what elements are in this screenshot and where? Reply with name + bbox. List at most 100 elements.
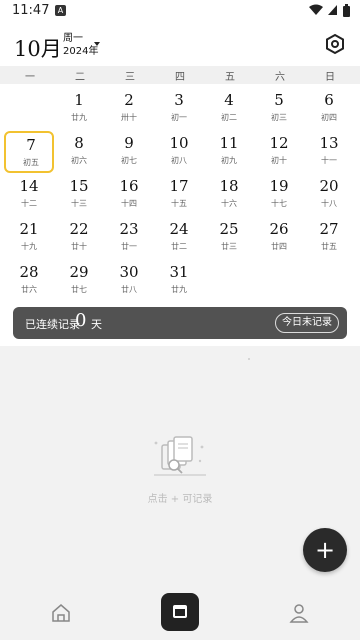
lunar-date: 十七 — [271, 199, 287, 208]
lunar-date: 十九 — [21, 242, 37, 251]
day-number: 23 — [119, 220, 139, 238]
calendar-day[interactable]: 8 初六 — [54, 131, 104, 173]
lunar-date: 卅十 — [121, 113, 137, 122]
calendar-day[interactable]: 28 廿六 — [4, 260, 54, 302]
calendar-day[interactable]: 31 廿九 — [154, 260, 204, 302]
calendar-day[interactable]: 30 廿八 — [104, 260, 154, 302]
settings-icon[interactable] — [324, 33, 346, 55]
lunar-date: 廿四 — [271, 242, 287, 251]
calendar-day[interactable]: 14 十二 — [4, 174, 54, 216]
bottom-nav — [0, 580, 360, 640]
calendar-day[interactable]: 1 廿九 — [54, 88, 104, 130]
calendar-day[interactable]: 22 廿十 — [54, 217, 104, 259]
empty-hint: 点击 + 可记录 — [147, 494, 213, 505]
day-number: 8 — [74, 134, 84, 152]
status-icons — [308, 4, 350, 18]
day-number: 27 — [319, 220, 339, 238]
calendar-day[interactable]: 27 廿五 — [304, 217, 354, 259]
lunar-date: 初二 — [221, 113, 237, 122]
day-number: 2 — [124, 91, 134, 109]
lunar-date: 廿二 — [171, 242, 187, 251]
streak-label: 已连续记录 — [25, 318, 80, 331]
calendar-day[interactable]: 24 廿二 — [154, 217, 204, 259]
lunar-date: 十六 — [221, 199, 237, 208]
day-number: 1 — [74, 91, 84, 109]
lunar-date: 十二 — [21, 199, 37, 208]
lunar-date: 廿一 — [121, 242, 137, 251]
weekday-row: 一 二 三 四 五 六 日 — [0, 66, 360, 84]
calendar-day[interactable]: 21 十九 — [4, 217, 54, 259]
notification-icon: A — [55, 5, 66, 16]
calendar-panel: 10月 周一 2024年 一 二 三 四 五 六 日 1 廿九 2 卅十 3 初一 4 初二 5… — [0, 22, 360, 346]
calendar-day[interactable]: 17 十五 — [154, 174, 204, 216]
calendar-day[interactable]: 9 初七 — [104, 131, 154, 173]
weekday-sat: 六 — [275, 72, 285, 83]
calendar-day[interactable]: 23 廿一 — [104, 217, 154, 259]
day-number: 3 — [174, 91, 184, 109]
lunar-date: 廿八 — [121, 285, 137, 294]
year-label: 2024年 — [63, 46, 99, 57]
calendar-day[interactable]: 3 初一 — [154, 88, 204, 130]
day-number: 30 — [119, 263, 139, 281]
calendar-day[interactable]: 4 初二 — [204, 88, 254, 130]
day-number: 7 — [26, 136, 36, 154]
lunar-date: 十三 — [71, 199, 87, 208]
lunar-date: 初九 — [221, 156, 237, 165]
calendar-day[interactable]: 10 初八 — [154, 131, 204, 173]
lunar-date: 廿九 — [71, 113, 87, 122]
day-number: 24 — [169, 220, 189, 238]
calendar-day[interactable]: 12 初十 — [254, 131, 304, 173]
day-number: 29 — [69, 263, 89, 281]
lunar-date: 十一 — [321, 156, 337, 165]
weekday-sun: 日 — [325, 72, 335, 83]
calendar-day[interactable]: 20 十八 — [304, 174, 354, 216]
lunar-date: 十八 — [321, 199, 337, 208]
day-number: 26 — [269, 220, 289, 238]
day-number: 16 — [119, 177, 139, 195]
day-number: 12 — [269, 134, 289, 152]
lunar-date: 廿三 — [221, 242, 237, 251]
calendar-day[interactable]: 25 廿三 — [204, 217, 254, 259]
calendar-day[interactable]: 7 初五 — [4, 131, 54, 173]
calendar-day[interactable]: 26 廿四 — [254, 217, 304, 259]
weekday-fri: 五 — [225, 72, 235, 83]
month-title[interactable]: 10月 — [14, 33, 62, 63]
day-number: 14 — [19, 177, 39, 195]
lunar-date: 初十 — [271, 156, 287, 165]
chevron-down-icon[interactable] — [94, 42, 100, 46]
lunar-date: 初五 — [23, 158, 39, 167]
status-bar: 11:47 A — [0, 0, 360, 22]
day-number: 19 — [269, 177, 289, 195]
calendar-day[interactable]: 18 十六 — [204, 174, 254, 216]
add-record-button[interactable]: + — [303, 528, 347, 572]
day-number: 17 — [169, 177, 189, 195]
calendar-day[interactable]: 16 十四 — [104, 174, 154, 216]
home-icon[interactable] — [50, 602, 72, 624]
today-status-button[interactable]: 今日未记录 — [275, 313, 339, 333]
day-number: 18 — [219, 177, 239, 195]
weekday-wed: 三 — [125, 72, 135, 83]
day-number: 31 — [169, 263, 189, 281]
calendar-day[interactable]: 19 十七 — [254, 174, 304, 216]
profile-icon[interactable] — [288, 602, 310, 624]
lunar-date: 初四 — [321, 113, 337, 122]
lunar-date: 初八 — [171, 156, 187, 165]
lunar-date: 初一 — [171, 113, 187, 122]
calendar-day[interactable]: 11 初九 — [204, 131, 254, 173]
document-search-icon — [154, 436, 206, 476]
calendar-header: 10月 周一 2024年 — [0, 22, 360, 68]
decor-dot — [248, 358, 250, 360]
calendar-day[interactable]: 5 初三 — [254, 88, 304, 130]
calendar-day[interactable]: 13 十一 — [304, 131, 354, 173]
calendar-day[interactable]: 2 卅十 — [104, 88, 154, 130]
day-number: 9 — [124, 134, 134, 152]
lunar-date: 廿六 — [21, 285, 37, 294]
weekday-mon: 一 — [25, 72, 35, 83]
calendar-day[interactable]: 15 十三 — [54, 174, 104, 216]
calendar-day[interactable]: 29 廿七 — [54, 260, 104, 302]
nav-calendar-button[interactable] — [161, 593, 199, 631]
day-number: 11 — [219, 134, 239, 152]
calendar-day[interactable]: 6 初四 — [304, 88, 354, 130]
streak-bar: 已连续记录 0 天 今日未记录 — [13, 307, 347, 339]
lunar-date: 初七 — [121, 156, 137, 165]
